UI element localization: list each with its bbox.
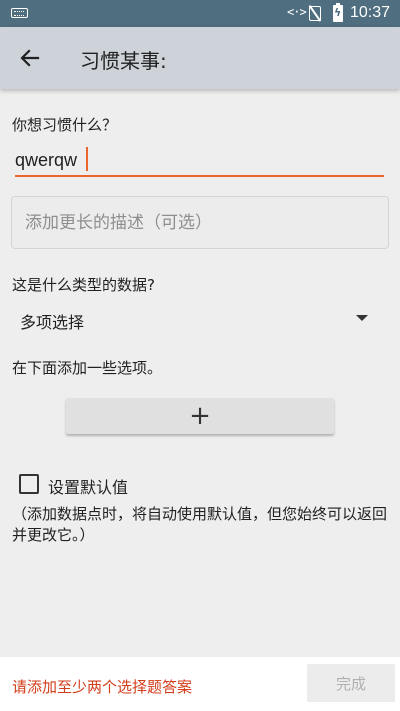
page-title: 习惯某事:: [80, 49, 167, 73]
add-option-button[interactable]: +: [66, 398, 334, 434]
plus-icon: +: [189, 401, 211, 431]
dropdown-caret-icon: [356, 315, 368, 321]
status-bar: <·> 10:37: [0, 0, 400, 27]
keyboard-icon: [11, 8, 28, 18]
description-field[interactable]: [11, 196, 389, 249]
options-label: 在下面添加一些选项。: [12, 359, 163, 377]
data-transfer-icon: <·>: [287, 5, 307, 19]
default-value-label[interactable]: 设置默认值: [48, 474, 128, 498]
back-button[interactable]: [10, 38, 50, 78]
status-time: 10:37: [350, 4, 391, 21]
battery-charging-icon: [333, 3, 343, 22]
error-message: 请添加至少两个选择题答案: [12, 678, 193, 696]
footer-bar: 请添加至少两个选择题答案 完成: [0, 657, 400, 711]
type-selected-value: 多项选择: [20, 313, 85, 332]
text-cursor: [86, 147, 88, 171]
question-label: 你想习惯什么？: [12, 116, 118, 134]
habit-name-input[interactable]: [15, 145, 384, 177]
no-signal-icon: [309, 6, 321, 21]
description-input[interactable]: [12, 197, 388, 248]
app-bar: 习惯某事:: [0, 27, 400, 89]
type-label: 这是什么类型的数据?: [12, 276, 155, 294]
arrow-back-icon: [20, 49, 40, 67]
type-dropdown[interactable]: 多项选择: [12, 302, 390, 338]
default-value-checkbox[interactable]: [19, 474, 39, 494]
done-button[interactable]: 完成: [307, 664, 395, 702]
default-value-help: （添加数据点时，将自动使用默认值，但您始终可以返回并更改它。）: [12, 505, 388, 544]
